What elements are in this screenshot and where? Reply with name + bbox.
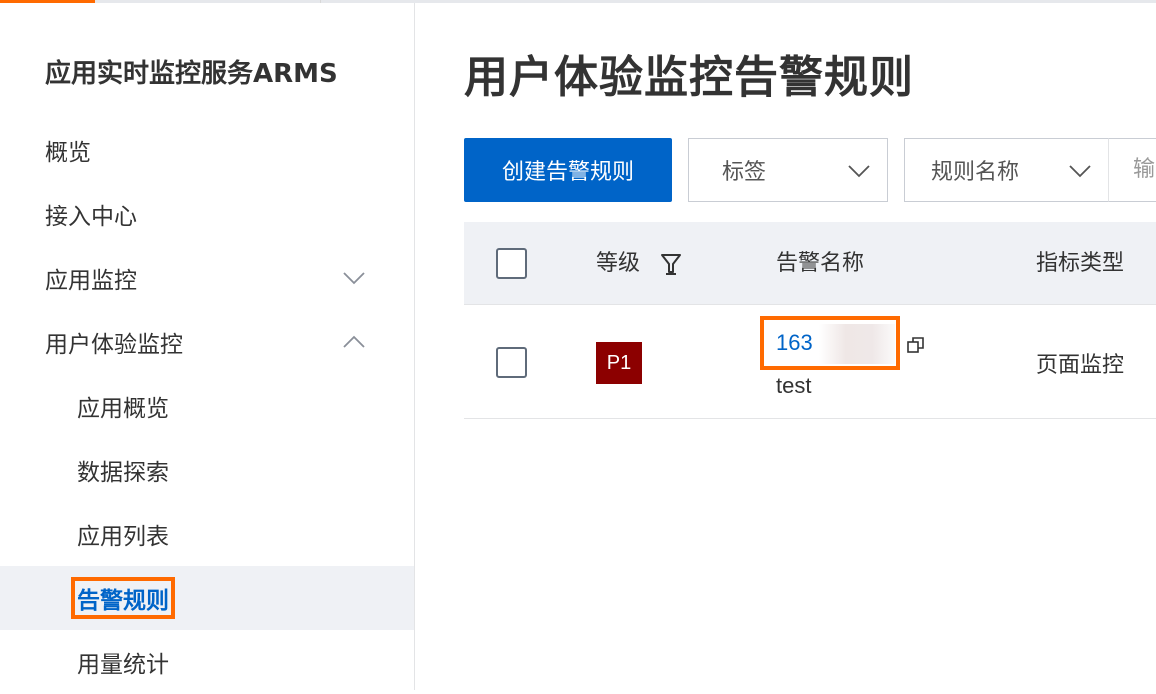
search-input[interactable]: 输 <box>1108 138 1156 202</box>
alert-name-subtitle: test <box>776 373 812 398</box>
sidebar-item-app-monitoring[interactable]: 应用监控 <box>0 246 414 310</box>
sidebar-item-label: 用量统计 <box>77 652 169 678</box>
sidebar-item-data-explore[interactable]: 数据探索 <box>0 438 414 502</box>
column-header-metric-type: 指标类型 <box>1036 251 1125 276</box>
table-row: P1 163 test 页面监控 <box>464 305 1156 419</box>
sidebar-item-label: 应用列表 <box>77 524 169 550</box>
rule-name-select[interactable]: 规则名称 <box>904 138 1108 202</box>
create-alert-rule-button[interactable]: 创建告警规则 <box>464 138 672 202</box>
chevron-up-icon <box>343 335 365 348</box>
sidebar-item-usage-stats[interactable]: 用量统计 <box>0 630 414 694</box>
sidebar-item-label: 告警规则 <box>71 577 175 619</box>
sidebar-item-label: 应用监控 <box>45 268 137 294</box>
sidebar-item-access-center[interactable]: 接入中心 <box>0 182 414 246</box>
sidebar-item-label: 用户体验监控 <box>45 332 183 358</box>
tag-select-value: 标签 <box>722 160 767 185</box>
copy-icon[interactable] <box>906 335 926 355</box>
sidebar-item-label: 概览 <box>45 140 91 166</box>
sidebar-item-overview[interactable]: 概览 <box>0 118 414 182</box>
sidebar-item-alert-rules[interactable]: 告警规则 <box>0 566 414 630</box>
level-badge: P1 <box>596 342 642 384</box>
column-header-alert-name: 告警名称 <box>776 251 865 276</box>
rule-name-select-value: 规则名称 <box>931 160 1020 185</box>
alert-name-link[interactable]: 163 <box>776 330 813 356</box>
redacted-text <box>819 324 895 364</box>
product-title: 应用实时监控服务ARMS <box>45 59 338 89</box>
row-checkbox[interactable] <box>496 347 527 378</box>
chevron-down-icon <box>343 272 365 285</box>
sidebar-item-app-overview[interactable]: 应用概览 <box>0 374 414 438</box>
sidebar: 应用实时监控服务ARMS 概览 接入中心 应用监控 用户体验监控 应用概览 数据… <box>0 3 415 690</box>
sidebar-item-label: 应用概览 <box>77 396 169 422</box>
page-title: 用户体验监控告警规则 <box>464 52 914 103</box>
main-content: 用户体验监控告警规则 创建告警规则 标签 规则名称 输 等级 告警名称 指标类型… <box>416 3 1156 690</box>
table-header: 等级 告警名称 指标类型 <box>464 222 1156 305</box>
column-header-level: 等级 <box>596 251 641 276</box>
alert-name-link-box[interactable]: 163 <box>760 316 900 370</box>
sidebar-item-label: 接入中心 <box>45 204 137 230</box>
select-all-checkbox[interactable] <box>496 248 527 279</box>
metric-type-cell: 页面监控 <box>1036 353 1125 378</box>
sidebar-item-label: 数据探索 <box>77 460 169 486</box>
sidebar-item-user-experience-monitoring[interactable]: 用户体验监控 <box>0 310 414 374</box>
sidebar-item-app-list[interactable]: 应用列表 <box>0 502 414 566</box>
tag-select[interactable]: 标签 <box>688 138 888 202</box>
filter-icon[interactable] <box>660 252 682 276</box>
chevron-down-icon <box>848 165 870 178</box>
chevron-down-icon <box>1069 165 1091 178</box>
